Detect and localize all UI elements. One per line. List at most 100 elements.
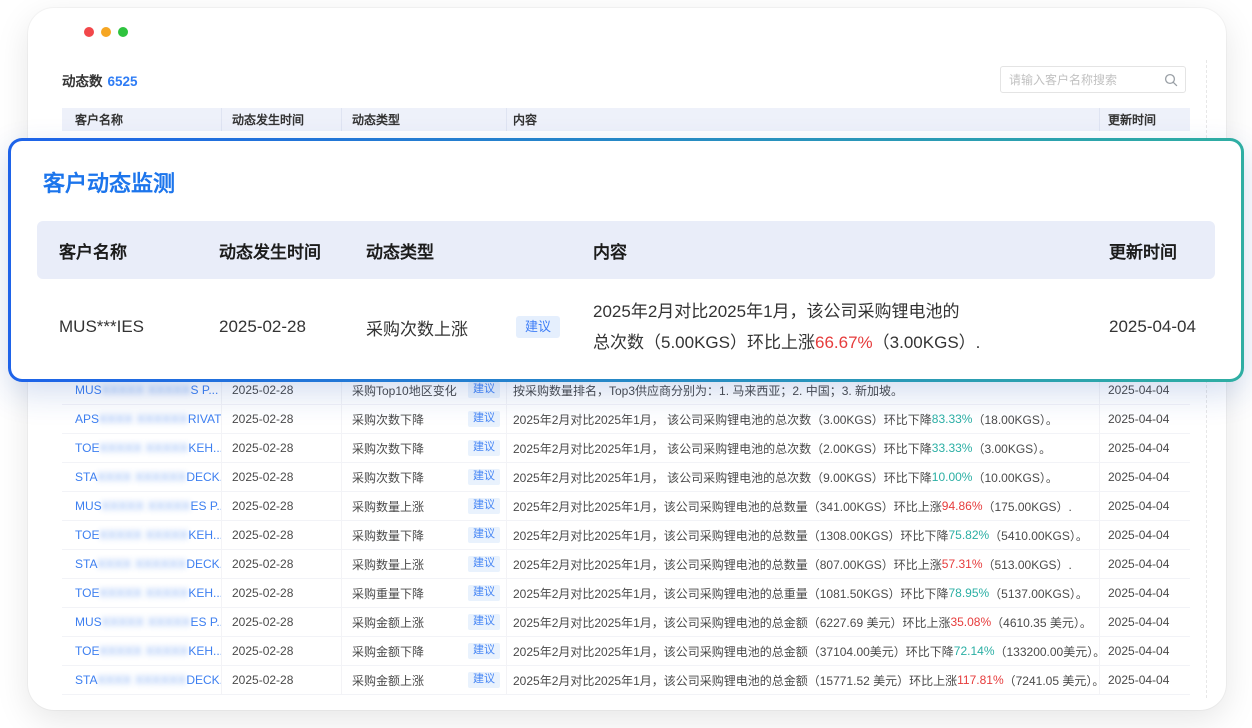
table-row[interactable]: APSXXXX XXXXXXRIVAT... 2025-02-28 采购次数下降…: [62, 405, 1190, 434]
customer-name-suffix: DECK...: [186, 673, 222, 687]
suggestion-badge: 建议: [468, 585, 500, 601]
content-cell: 2025年2月对比2025年1月，该公司采购锂电池的总重量（1081.50KGS…: [507, 579, 1100, 607]
content-cell: 2025年2月对比2025年1月，该公司采购锂电池的总金额（6227.69 美元…: [507, 608, 1100, 636]
table-row[interactable]: TOEXXXXX XXXXXKEH... 2025-02-28 采购金额下降 建…: [62, 637, 1190, 666]
occurred-date: 2025-02-28: [213, 317, 361, 337]
content-text: 2025年2月对比2025年1月，该公司采购锂电池的总重量（1081.50KGS…: [513, 585, 948, 602]
customer-name-prefix: MUS: [75, 383, 102, 397]
content-text-tail: （3.00KGS）。: [972, 440, 1051, 457]
customer-name-link[interactable]: STAXXXX XXXXXXDECK...: [62, 666, 222, 694]
customer-name-link[interactable]: STAXXXX XXXXXXDECK...: [62, 463, 222, 491]
dynamic-type-cell: 采购数量下降 建议: [342, 521, 507, 549]
customer-name-prefix: TOE: [75, 586, 99, 600]
table-row[interactable]: STAXXXX XXXXXXDECK... 2025-02-28 采购数量上涨 …: [62, 550, 1190, 579]
content-cell: 2025年2月对比2025年1月， 该公司采购锂电池的总次数（2.00KGS）环…: [507, 434, 1100, 462]
table-row[interactable]: TOEXXXXX XXXXXKEH... 2025-02-28 采购重量下降 建…: [62, 579, 1190, 608]
dynamic-type-cell: 采购金额上涨 建议: [342, 608, 507, 636]
masked-text: XXXXX XXXXX: [99, 586, 188, 600]
content-cell: 2025年2月对比2025年1月，该公司采购锂电池的 总次数（5.00KGS）环…: [587, 296, 1105, 358]
customer-name-link[interactable]: APSXXXX XXXXXXRIVAT...: [62, 405, 222, 433]
customer-name-suffix: DECK...: [186, 470, 222, 484]
content-text-tail: （5410.00KGS）。: [989, 527, 1088, 544]
content-text-tail: （513.00KGS）.: [983, 556, 1072, 573]
table-row[interactable]: MUSXXXXX XXXXXES P... 2025-02-28 采购数量上涨 …: [62, 492, 1190, 521]
customer-name-link[interactable]: MUSXXXXX XXXXXES P...: [62, 492, 222, 520]
customer-name-suffix: S P...: [191, 383, 219, 397]
masked-text: XXXX XXXXXX: [97, 470, 186, 484]
customer-name-prefix: MUS: [75, 615, 102, 629]
trend-percent: 83.33%: [932, 412, 973, 426]
dynamic-type-label: 采购次数下降: [352, 440, 424, 457]
dynamic-type-cell: 采购次数下降 建议: [342, 405, 507, 433]
customer-name-link[interactable]: TOEXXXXX XXXXXKEH...: [62, 579, 222, 607]
customer-name-prefix: TOE: [75, 528, 99, 542]
customer-name-prefix: STA: [75, 470, 97, 484]
customer-name-link[interactable]: TOEXXXXX XXXXXKEH...: [62, 521, 222, 549]
customer-name-suffix: ES P...: [191, 499, 222, 513]
trend-percent: 57.31%: [942, 557, 983, 571]
maximize-window-icon[interactable]: [118, 27, 128, 37]
content-text-tail: （4610.35 美元）。: [991, 614, 1092, 631]
dynamic-type-label: 采购次数下降: [352, 469, 424, 486]
content-text-tail: （10.00KGS）。: [972, 469, 1057, 486]
content-text: 2025年2月对比2025年1月，该公司采购锂电池的总金额（6227.69 美元…: [513, 614, 950, 631]
customer-name-link[interactable]: MUSXXXXX XXXXXES P...: [62, 608, 222, 636]
search-icon[interactable]: [1164, 73, 1178, 87]
masked-text: XXXXX XXXXX: [102, 383, 191, 397]
table-row[interactable]: MUSXXXXX XXXXXES P... 2025-02-28 采购金额上涨 …: [62, 608, 1190, 637]
customer-name-link[interactable]: TOEXXXXX XXXXXKEH...: [62, 637, 222, 665]
suggestion-badge: 建议: [468, 556, 500, 572]
dynamics-count: 动态数6525: [62, 70, 138, 90]
occurred-date: 2025-02-28: [222, 405, 342, 433]
bg-table-body: MUSXXXXX XXXXXS P... 2025-02-28 采购Top10地…: [62, 376, 1190, 695]
content-cell: 2025年2月对比2025年1月，该公司采购锂电池的总数量（1308.00KGS…: [507, 521, 1100, 549]
content-cell: 2025年2月对比2025年1月，该公司采购锂电池的总金额（15771.52 美…: [507, 666, 1100, 694]
suggestion-badge: 建议: [468, 643, 500, 659]
table-row[interactable]: STAXXXX XXXXXXDECK... 2025-02-28 采购次数下降 …: [62, 463, 1190, 492]
search-input[interactable]: [1009, 73, 1164, 87]
suggestion-badge: 建议: [468, 411, 500, 427]
occurred-date: 2025-02-28: [222, 521, 342, 549]
col-header-type: 动态类型: [342, 108, 507, 131]
masked-text: XXXXX XXXXX: [99, 644, 188, 658]
content-text: 2025年2月对比2025年1月， 该公司采购锂电池的总次数（9.00KGS）环…: [513, 469, 932, 486]
dynamics-count-value: 6525: [108, 74, 138, 89]
content-text: 2025年2月对比2025年1月，该公司采购锂电池的总数量（1308.00KGS…: [513, 527, 948, 544]
customer-name-prefix: STA: [75, 673, 97, 687]
content-cell: 2025年2月对比2025年1月，该公司采购锂电池的总金额（37104.00美元…: [507, 637, 1100, 665]
col-header-type: 动态类型: [361, 238, 587, 263]
dynamic-type-cell: 采购金额下降 建议: [342, 637, 507, 665]
masked-text: XXXX XXXXXX: [97, 673, 186, 687]
content-text-tail: （18.00KGS）。: [972, 411, 1057, 428]
customer-search[interactable]: [1000, 66, 1186, 93]
dynamic-type-cell: 采购数量上涨 建议: [342, 492, 507, 520]
col-header-customer: 客户名称: [37, 238, 213, 263]
customer-name-link[interactable]: TOEXXXXX XXXXXKEH...: [62, 434, 222, 462]
trend-percent: 117.81%: [957, 673, 1003, 687]
close-window-icon[interactable]: [84, 27, 94, 37]
occurred-date: 2025-02-28: [222, 550, 342, 578]
minimize-window-icon[interactable]: [101, 27, 111, 37]
customer-name-link[interactable]: STAXXXX XXXXXXDECK...: [62, 550, 222, 578]
table-header: 客户名称 动态发生时间 动态类型 内容 更新时间: [62, 108, 1190, 131]
dynamic-type-cell: 采购重量下降 建议: [342, 579, 507, 607]
table-row[interactable]: TOEXXXXX XXXXXKEH... 2025-02-28 采购次数下降 建…: [62, 434, 1190, 463]
dynamic-type-cell: 采购次数上涨 建议: [361, 315, 587, 340]
updated-date: 2025-04-04: [1100, 579, 1190, 607]
content-text: 2025年2月对比2025年1月，该公司采购锂电池的总金额（15771.52 美…: [513, 672, 957, 689]
masked-text: XXXXX XXXXX: [99, 441, 188, 455]
col-header-content: 内容: [587, 238, 1105, 263]
content-line2-tail: （3.00KGS）.: [873, 333, 981, 352]
content-cell: 2025年2月对比2025年1月，该公司采购锂电池的总数量（341.00KGS）…: [507, 492, 1100, 520]
table-row[interactable]: TOEXXXXX XXXXXKEH... 2025-02-28 采购数量下降 建…: [62, 521, 1190, 550]
trend-percent: 75.82%: [948, 528, 989, 542]
dynamic-type-label: 采购数量上涨: [352, 498, 424, 515]
dynamic-type-label: 采购金额下降: [352, 643, 424, 660]
suggestion-badge: 建议: [468, 614, 500, 630]
masked-text: XXXXX XXXXX: [102, 615, 191, 629]
suggestion-badge: 建议: [468, 382, 500, 398]
dynamic-type-label: 采购次数上涨: [366, 315, 516, 340]
content-text: 2025年2月对比2025年1月，该公司采购锂电池的总数量（807.00KGS）…: [513, 556, 942, 573]
customer-name-suffix: KEH...: [188, 586, 222, 600]
table-row[interactable]: STAXXXX XXXXXXDECK... 2025-02-28 采购金额上涨 …: [62, 666, 1190, 695]
